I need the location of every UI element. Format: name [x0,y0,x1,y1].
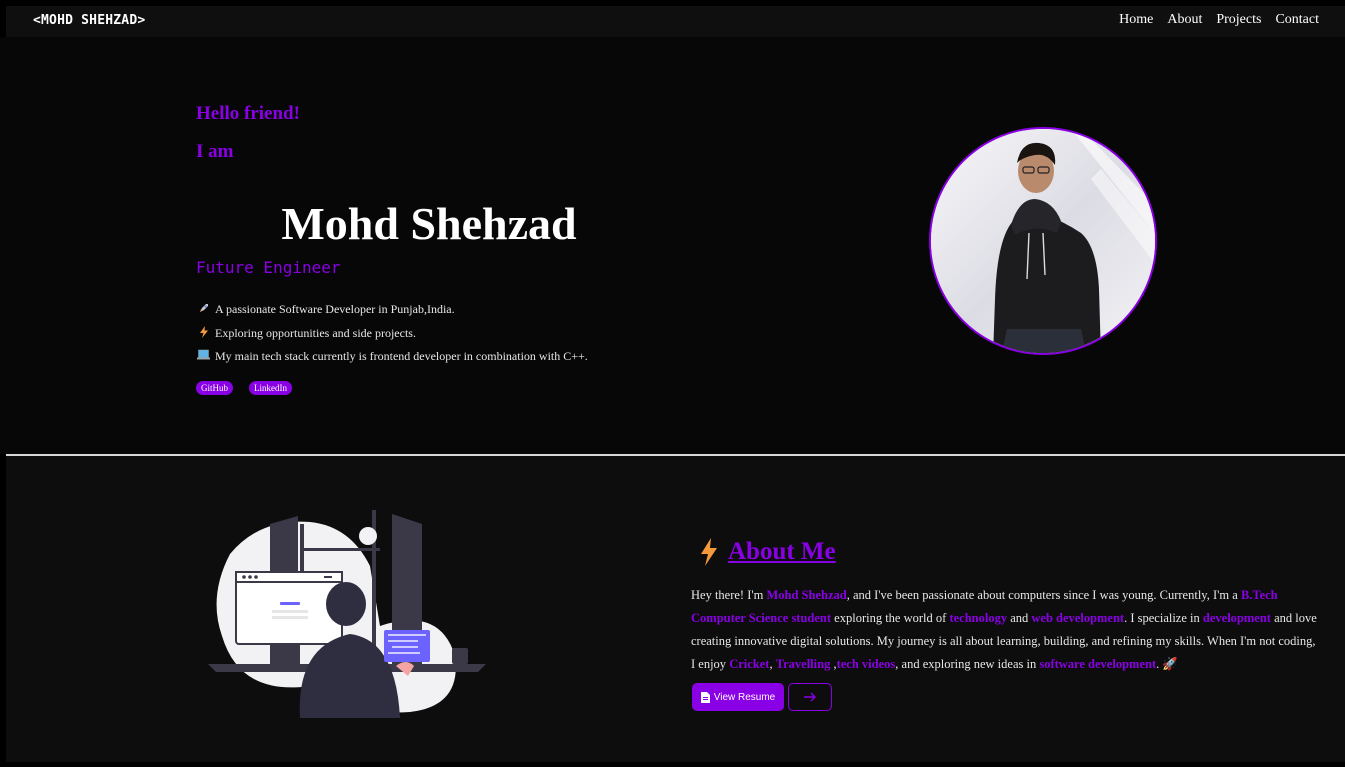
view-resume-label: View Resume [713,691,776,703]
hero-role: Future Engineer [196,258,341,277]
site-logo[interactable]: <MOHD SHEHZAD> [33,13,145,28]
arrow-right-icon [804,692,816,702]
view-resume-button[interactable]: View Resume [692,683,784,711]
nav-link-about[interactable]: About [1167,12,1202,28]
person-photo-icon [931,129,1155,353]
nav-link-projects[interactable]: Projects [1216,12,1261,28]
rocket-icon [197,302,210,317]
document-icon [700,691,710,703]
bullet-text: A passionate Software Developer in Punja… [215,302,455,317]
about-heading: About Me [698,538,836,566]
next-arrow-button[interactable] [788,683,832,711]
navbar: <MOHD SHEHZAD> Home About Projects Conta… [6,6,1345,37]
linkedin-link[interactable]: LinkedIn [249,381,292,395]
bullet-item: A passionate Software Developer in Punja… [197,298,588,322]
github-link[interactable]: GitHub [196,381,233,395]
hero-intro: I am [196,141,234,162]
social-links: GitHub LinkedIn [196,381,292,395]
hero-section: Hello friend! I am Mohd Shehzad Future E… [0,37,1345,454]
bullet-item: Exploring opportunities and side project… [197,322,588,346]
lightning-icon [197,325,210,341]
nav-link-home[interactable]: Home [1119,12,1153,28]
about-section: About Me Hey there! I'm Mohd Shehzad, an… [6,456,1345,762]
lightning-icon [701,538,717,566]
bullet-item: My main tech stack currently is frontend… [197,345,588,369]
laptop-icon [197,349,210,364]
about-paragraph: Hey there! I'm Mohd Shehzad, and I've be… [691,588,1317,671]
page-bottom-edge [0,762,1345,767]
about-actions: View Resume [692,683,832,711]
hero-greeting: Hello friend! [196,103,300,124]
nav-links: Home About Projects Contact [1119,12,1319,28]
bullet-text: Exploring opportunities and side project… [215,325,416,340]
developer-illustration [200,506,490,718]
bullet-text: My main tech stack currently is frontend… [215,349,588,364]
hero-name: Mohd Shehzad [281,198,577,249]
nav-link-contact[interactable]: Contact [1275,12,1319,28]
profile-photo [929,127,1157,355]
about-title[interactable]: About Me [728,538,836,566]
hero-bullets: A passionate Software Developer in Punja… [197,298,588,369]
